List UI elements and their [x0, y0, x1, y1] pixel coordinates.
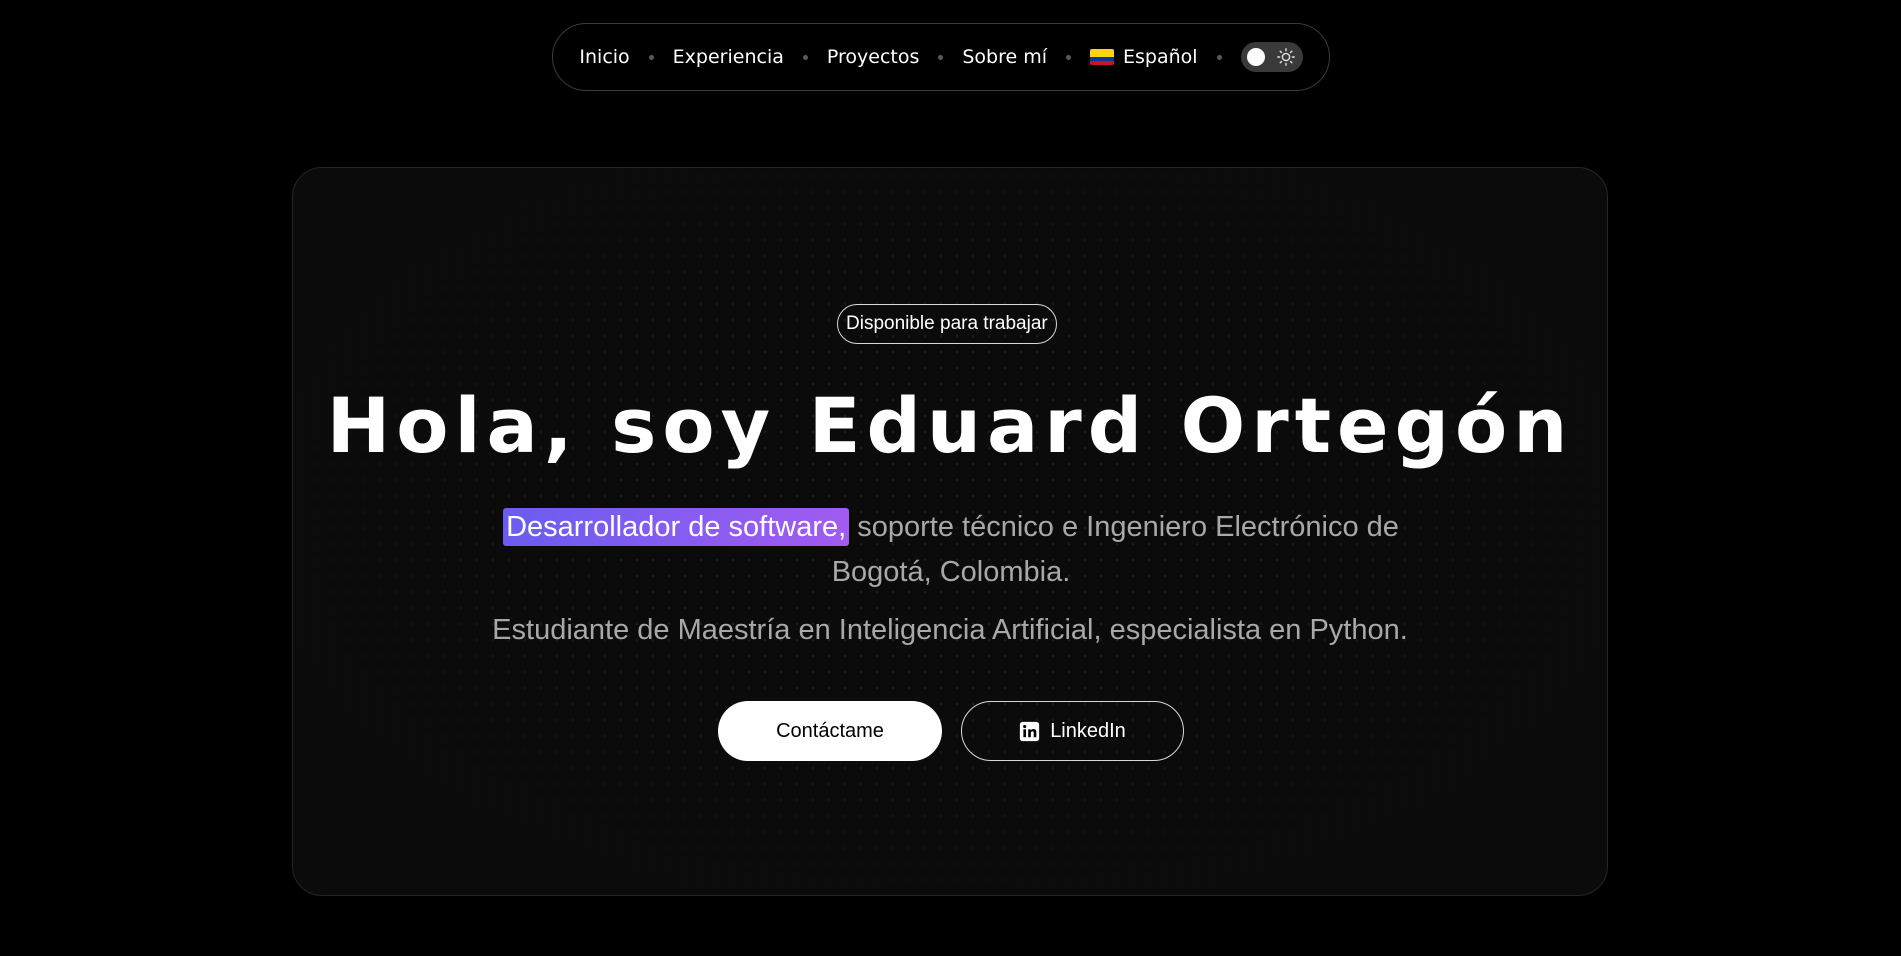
nav-item-inicio[interactable]: Inicio — [579, 46, 629, 68]
linkedin-button-label: LinkedIn — [1050, 719, 1126, 742]
nav-separator — [648, 54, 654, 60]
linkedin-button[interactable]: LinkedIn — [961, 701, 1184, 761]
lead-text: soporte técnico e Ingeniero Electrónico … — [831, 511, 1399, 588]
hero-title: Hola, soy Eduard Ortegón — [326, 381, 1574, 470]
contact-button-label: Contáctame — [776, 719, 884, 742]
role-highlight: Desarrollador de software, — [503, 508, 850, 546]
hero-card: Disponible para trabajar Hola, soy Eduar… — [292, 167, 1608, 896]
nav-separator — [802, 54, 808, 60]
colombia-flag-icon — [1090, 49, 1115, 65]
top-navigation: Inicio Experiencia Proyectos Sobre mí Es… — [552, 23, 1330, 91]
nav-separator — [1066, 54, 1072, 60]
linkedin-icon — [1020, 721, 1040, 741]
nav-separator — [1216, 54, 1222, 60]
nav-item-proyectos[interactable]: Proyectos — [827, 46, 920, 68]
availability-badge: Disponible para trabajar — [837, 304, 1057, 344]
sun-icon — [1276, 48, 1295, 66]
hero-lead: Desarrollador de software, soporte técni… — [473, 505, 1429, 595]
language-label: Español — [1123, 46, 1198, 68]
page: Inicio Experiencia Proyectos Sobre mí Es… — [0, 0, 1901, 956]
contact-button[interactable]: Contáctame — [718, 701, 942, 761]
theme-toggle[interactable] — [1240, 42, 1303, 72]
nav-item-experiencia[interactable]: Experiencia — [673, 46, 784, 68]
nav-item-sobre-mi[interactable]: Sobre mí — [962, 46, 1047, 68]
nav-separator — [938, 54, 944, 60]
language-switcher[interactable]: Español — [1090, 46, 1198, 68]
toggle-knob — [1246, 48, 1265, 66]
hero-subtitle: Estudiante de Maestría en Inteligencia A… — [492, 614, 1408, 646]
